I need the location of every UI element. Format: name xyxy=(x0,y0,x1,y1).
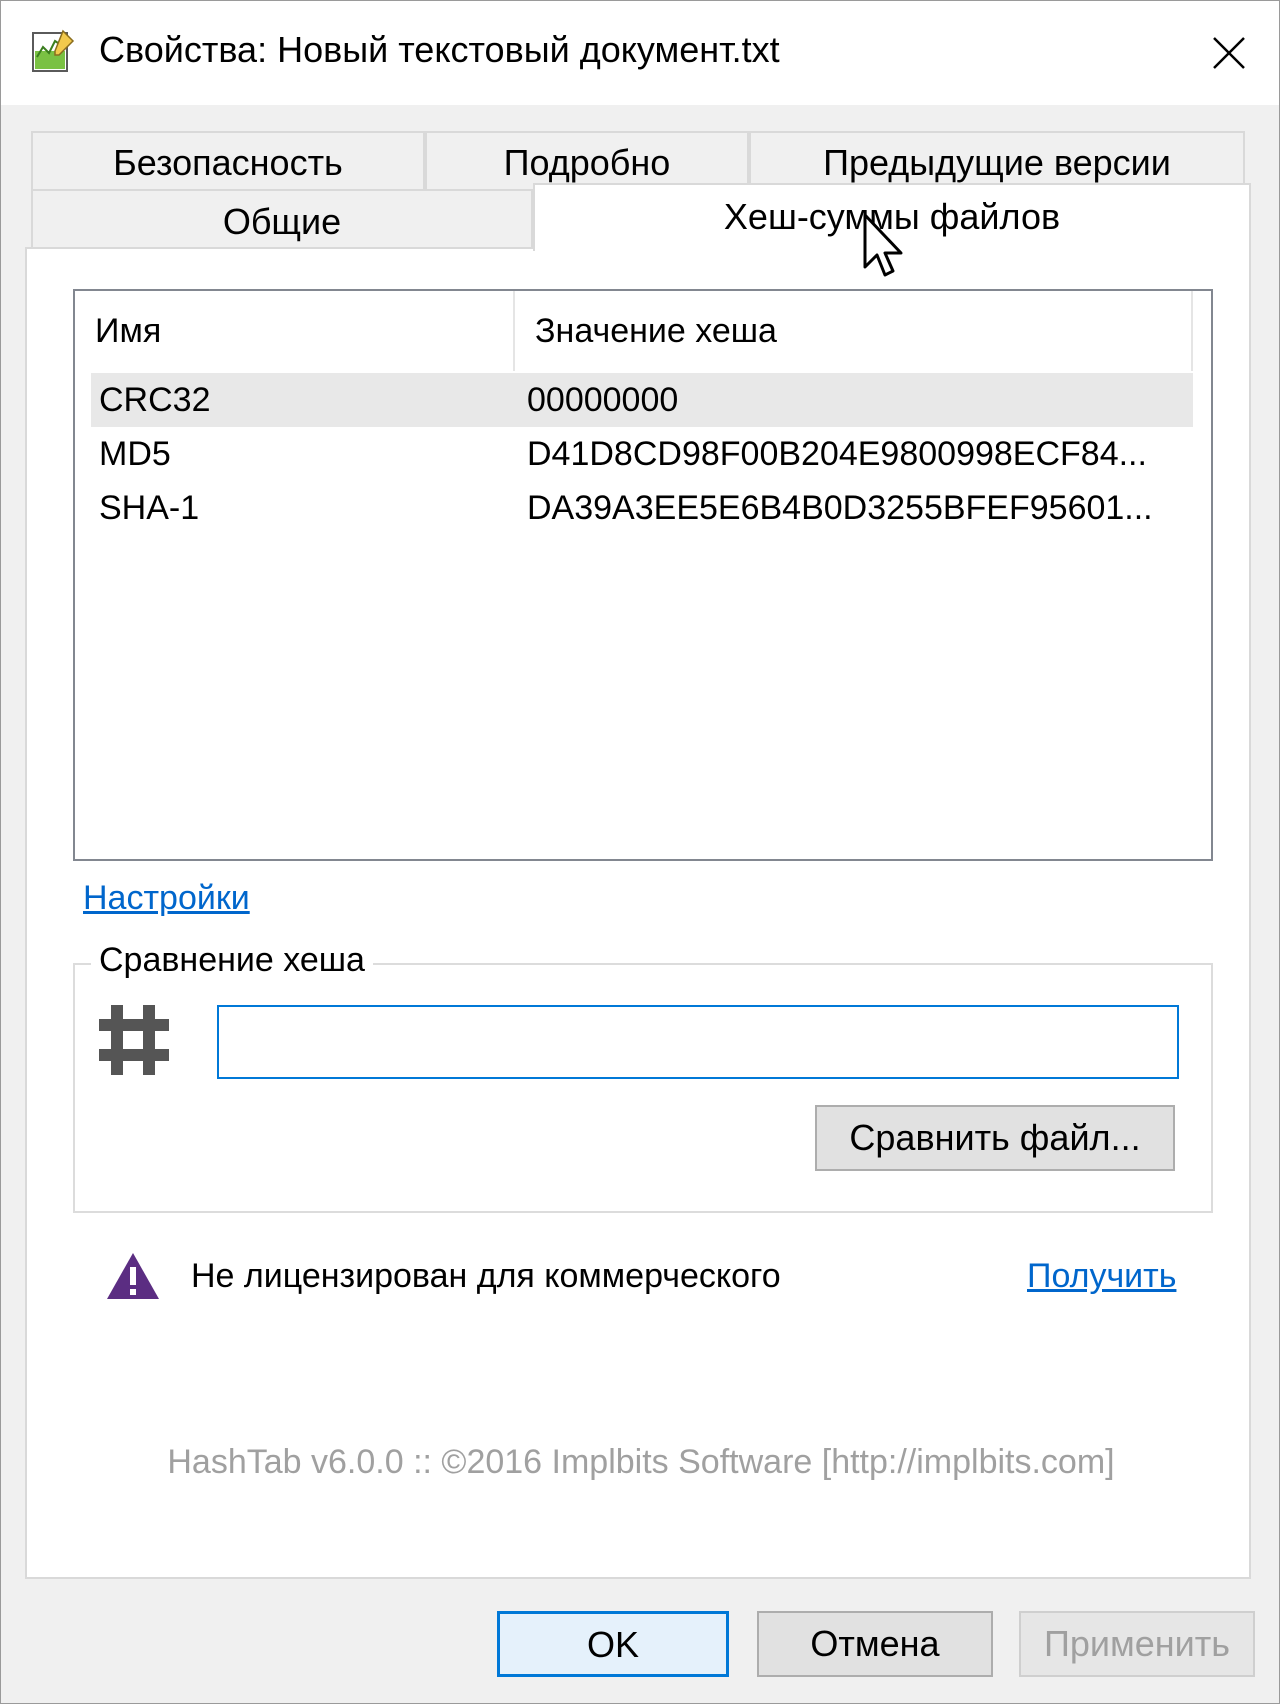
mouse-cursor-icon xyxy=(863,213,903,277)
hash-compare-group xyxy=(73,963,1213,1213)
hash-name: CRC32 xyxy=(99,381,211,419)
warning-icon xyxy=(107,1253,159,1299)
tab-details[interactable]: Подробно xyxy=(425,131,749,191)
list-header: Имя Значение хеша xyxy=(75,291,1193,371)
hash-value: D41D8CD98F00B204E9800998ECF84... xyxy=(527,435,1147,473)
title-bar[interactable]: Свойства: Новый текстовый документ.txt xyxy=(1,1,1279,105)
close-button[interactable] xyxy=(1179,1,1279,105)
hash-list[interactable]: Имя Значение хеша CRC32 00000000 MD5 D41… xyxy=(73,289,1213,861)
column-header-hash-value[interactable]: Значение хеша xyxy=(515,291,1193,371)
tab-label: Общие xyxy=(222,201,342,242)
settings-link[interactable]: Настройки xyxy=(83,879,250,918)
properties-window: Свойства: Новый текстовый документ.txt Б… xyxy=(0,0,1280,1704)
apply-button[interactable]: Применить xyxy=(1019,1611,1255,1677)
table-row[interactable]: MD5 D41D8CD98F00B204E9800998ECF84... xyxy=(91,427,1193,481)
hash-icon xyxy=(99,1005,169,1075)
compare-file-button[interactable]: Сравнить файл... xyxy=(815,1105,1175,1171)
hash-name: SHA-1 xyxy=(99,489,200,527)
hash-value: 00000000 xyxy=(527,381,679,419)
hash-compare-input[interactable] xyxy=(217,1005,1179,1079)
about-footer: HashTab v6.0.0 :: ©2016 Implbits Softwar… xyxy=(167,1443,1115,1481)
cancel-button[interactable]: Отмена xyxy=(757,1611,993,1677)
license-warning-text: Не лицензирован для коммерческого xyxy=(191,1257,781,1295)
hash-compare-label: Сравнение хеша xyxy=(91,941,373,980)
table-row[interactable]: SHA-1 DA39A3EE5E6B4B0D3255BFEF95601... xyxy=(91,481,1193,535)
hash-value: DA39A3EE5E6B4B0D3255BFEF95601... xyxy=(527,489,1153,527)
ok-button[interactable]: OK xyxy=(497,1611,729,1677)
tab-previous-versions[interactable]: Предыдущие версии xyxy=(749,131,1245,191)
text-document-icon xyxy=(32,29,75,72)
tab-general[interactable]: Общие xyxy=(31,189,533,249)
tab-label: Безопасность xyxy=(113,142,343,183)
tab-security[interactable]: Безопасность xyxy=(31,131,425,191)
window-title: Свойства: Новый текстовый документ.txt xyxy=(99,29,780,70)
close-icon xyxy=(1213,37,1245,69)
table-row[interactable]: CRC32 00000000 xyxy=(91,373,1193,427)
column-header-name[interactable]: Имя xyxy=(75,291,515,371)
get-license-link[interactable]: Получить xyxy=(1027,1257,1176,1296)
hash-name: MD5 xyxy=(99,435,171,473)
